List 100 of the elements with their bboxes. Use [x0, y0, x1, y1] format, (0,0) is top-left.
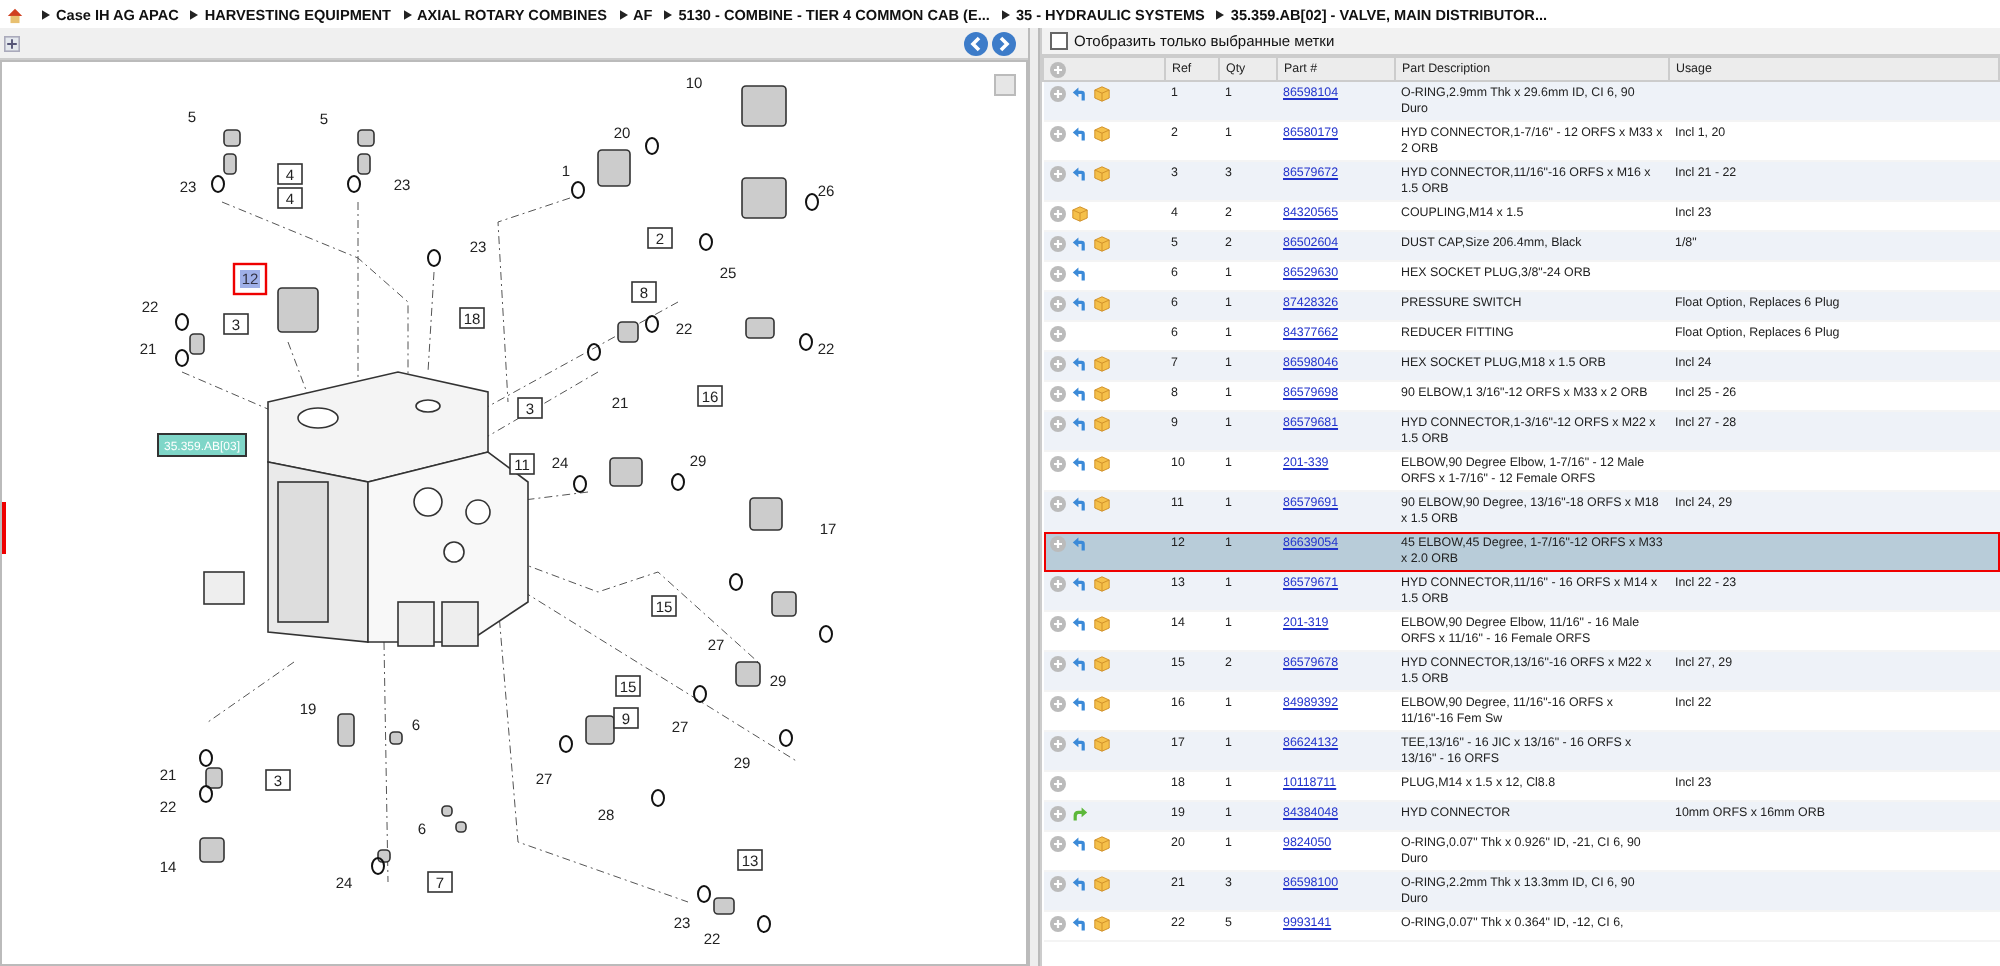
return-arrow-icon[interactable]	[1071, 235, 1087, 251]
package-icon[interactable]	[1093, 355, 1109, 371]
package-icon[interactable]	[1093, 835, 1109, 851]
fitting-drawing	[741, 85, 787, 127]
return-arrow-icon[interactable]	[1071, 355, 1087, 371]
fitting-drawing	[585, 715, 615, 745]
package-icon[interactable]	[1093, 415, 1109, 431]
return-arrow-icon[interactable]	[1071, 495, 1087, 511]
add-all-icon[interactable]	[1050, 61, 1066, 77]
package-icon[interactable]	[1093, 385, 1109, 401]
add-icon[interactable]	[1049, 805, 1065, 821]
package-icon[interactable]	[1093, 85, 1109, 101]
add-icon[interactable]	[1049, 325, 1065, 341]
return-arrow-icon[interactable]	[1071, 875, 1087, 891]
fitting-drawing	[337, 713, 355, 747]
package-icon[interactable]	[1071, 205, 1087, 221]
return-arrow-icon[interactable]	[1071, 695, 1087, 711]
package-icon[interactable]	[1093, 455, 1109, 471]
add-icon[interactable]	[1049, 385, 1065, 401]
add-icon[interactable]	[1049, 355, 1065, 371]
return-arrow-icon[interactable]	[1071, 415, 1087, 431]
return-arrow-icon[interactable]	[1071, 385, 1087, 401]
add-icon[interactable]	[1049, 165, 1065, 181]
return-arrow-icon[interactable]	[1071, 835, 1087, 851]
o-ring-drawing	[347, 175, 361, 193]
o-ring-drawing	[645, 137, 659, 155]
fitting-drawing	[597, 149, 631, 187]
return-arrow-icon[interactable]	[1071, 655, 1087, 671]
add-icon[interactable]	[1049, 265, 1065, 281]
o-ring-drawing	[799, 333, 813, 351]
return-arrow-icon[interactable]	[1071, 125, 1087, 141]
chevron-icon	[619, 9, 628, 19]
add-icon[interactable]	[1049, 235, 1065, 251]
add-icon[interactable]	[1049, 295, 1065, 311]
add-icon[interactable]	[1049, 775, 1065, 791]
o-ring-drawing	[587, 343, 601, 361]
package-icon[interactable]	[1093, 735, 1109, 751]
add-icon[interactable]	[1049, 695, 1065, 711]
o-ring-drawing	[729, 573, 743, 591]
package-icon[interactable]	[1093, 875, 1109, 891]
return-arrow-icon[interactable]	[1071, 535, 1087, 551]
add-icon[interactable]	[1049, 655, 1065, 671]
add-icon[interactable]	[1049, 875, 1065, 891]
fitting-drawing	[205, 767, 223, 789]
chevron-icon	[1001, 9, 1010, 19]
add-icon[interactable]	[1049, 735, 1065, 751]
package-icon[interactable]	[1093, 915, 1109, 931]
package-icon[interactable]	[1093, 495, 1109, 511]
package-icon[interactable]	[1093, 695, 1109, 711]
o-ring-drawing	[697, 885, 711, 903]
add-icon[interactable]	[1049, 205, 1065, 221]
add-icon[interactable]	[1049, 415, 1065, 431]
fitting-drawing	[377, 849, 391, 863]
fitting-drawing	[771, 591, 797, 617]
return-arrow-icon[interactable]	[1071, 455, 1087, 471]
o-ring-drawing	[211, 175, 225, 193]
fitting-drawing	[223, 129, 241, 147]
add-icon[interactable]	[1049, 85, 1065, 101]
package-icon[interactable]	[1093, 295, 1109, 311]
splitter-handle[interactable]	[1028, 28, 1040, 966]
return-arrow-icon[interactable]	[1071, 615, 1087, 631]
package-icon[interactable]	[1093, 615, 1109, 631]
fitting-drawing	[713, 897, 735, 915]
package-icon[interactable]	[1093, 165, 1109, 181]
add-icon[interactable]	[1049, 615, 1065, 631]
o-ring-drawing	[671, 473, 685, 491]
o-ring-drawing	[645, 315, 659, 333]
home-icon[interactable]	[6, 5, 24, 23]
return-arrow-icon[interactable]	[1071, 85, 1087, 101]
add-icon[interactable]	[1049, 495, 1065, 511]
add-icon[interactable]	[1049, 835, 1065, 851]
forward-arrow-icon[interactable]	[1071, 805, 1087, 821]
package-icon[interactable]	[1093, 125, 1109, 141]
return-arrow-icon[interactable]	[1071, 295, 1087, 311]
fitting-drawing	[357, 153, 371, 175]
return-arrow-icon[interactable]	[1071, 735, 1087, 751]
add-icon[interactable]	[1049, 455, 1065, 471]
return-arrow-icon[interactable]	[1071, 915, 1087, 931]
fitting-drawing	[199, 837, 225, 863]
fitting-drawing	[617, 321, 639, 343]
add-icon[interactable]	[1049, 535, 1065, 551]
zoom-button[interactable]	[994, 74, 1016, 96]
return-arrow-icon[interactable]	[1071, 165, 1087, 181]
return-arrow-icon[interactable]	[1071, 575, 1087, 591]
fitting-drawing	[735, 661, 761, 687]
return-arrow-icon[interactable]	[1071, 265, 1087, 281]
add-icon[interactable]	[1049, 575, 1065, 591]
chevron-icon	[1216, 9, 1225, 19]
add-icon[interactable]	[1049, 125, 1065, 141]
package-icon[interactable]	[1093, 575, 1109, 591]
chevron-icon	[190, 9, 199, 19]
o-ring-drawing	[651, 789, 665, 807]
expand-icon[interactable]	[4, 35, 20, 51]
add-icon[interactable]	[1049, 915, 1065, 931]
o-ring-drawing	[573, 475, 587, 493]
o-ring-drawing	[693, 685, 707, 703]
fitting-drawing	[223, 153, 237, 175]
package-icon[interactable]	[1093, 235, 1109, 251]
package-icon[interactable]	[1093, 655, 1109, 671]
fitting-drawing	[745, 317, 775, 339]
